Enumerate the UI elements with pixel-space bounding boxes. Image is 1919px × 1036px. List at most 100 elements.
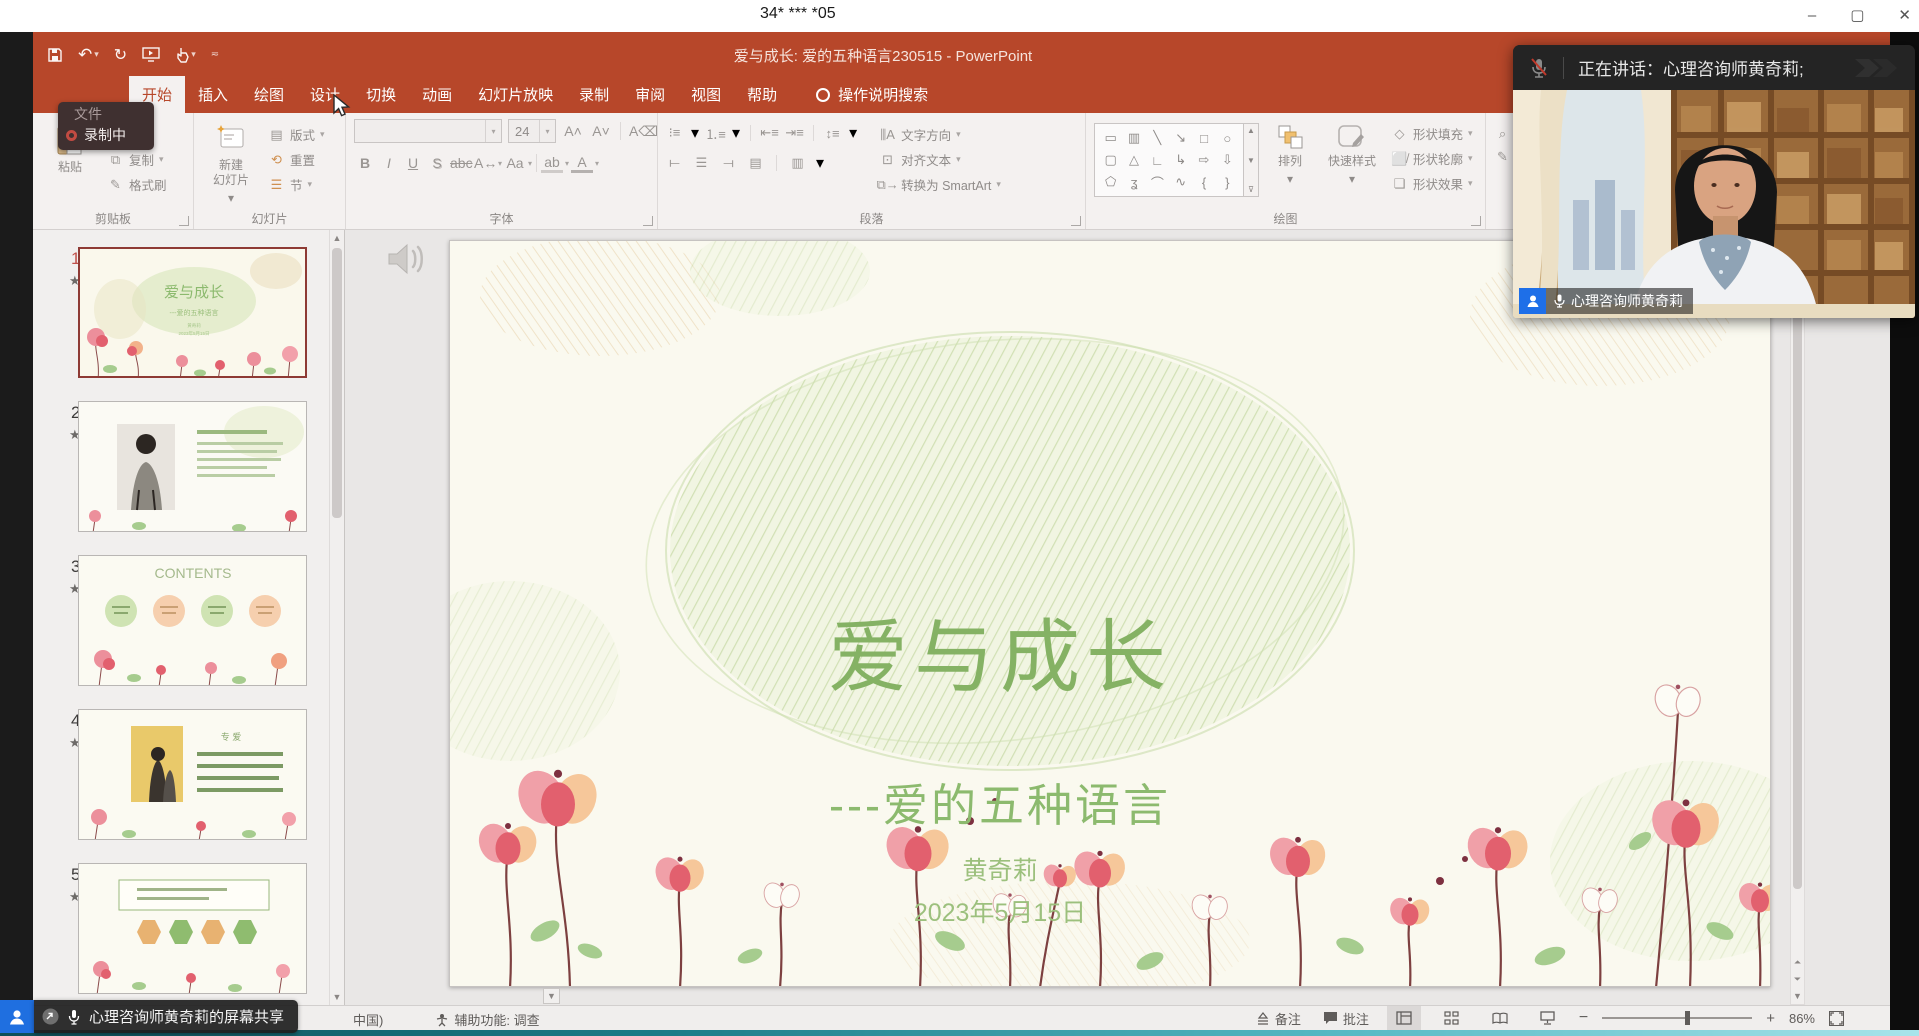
reset-button[interactable]: ⟲重置 — [268, 150, 325, 169]
zoom-slider-thumb[interactable] — [1685, 1011, 1690, 1025]
language-indicator-partial[interactable]: 中国) — [353, 1010, 383, 1029]
shadow-button[interactable]: S — [426, 155, 448, 171]
thumbnail-slide-3[interactable]: 3 ★ CONTENTS — [33, 555, 344, 709]
shape-fill-button[interactable]: ◇形状填充▾ — [1391, 124, 1473, 143]
tab-help[interactable]: 帮助 — [734, 76, 790, 113]
start-slideshow-icon[interactable] — [142, 47, 160, 62]
webcam-overlay[interactable]: 正在讲话：心理咨询师黄奇莉; — [1513, 45, 1915, 318]
next-slide-icon[interactable]: ⏷ — [1791, 971, 1804, 987]
find-icon[interactable]: ⌕ — [1494, 125, 1511, 142]
align-left-icon[interactable]: ⟝ — [666, 155, 683, 172]
scrollbar-thumb[interactable] — [332, 248, 342, 518]
thumbnail-slide-1[interactable]: 1 ★ 爱与成长 ---爱的五种语言 黄奇莉 2023年5月15日 — [33, 247, 344, 401]
highlight-color-button[interactable]: ab — [541, 154, 563, 173]
justify-icon[interactable]: ▤ — [747, 155, 764, 172]
slide-title[interactable]: 爱与成长 — [450, 593, 1550, 709]
audio-speaker-icon[interactable] — [385, 238, 431, 285]
slide-subtitle[interactable]: ---爱的五种语言 — [450, 769, 1550, 834]
scroll-down-icon[interactable]: ▼ — [1791, 988, 1804, 1004]
minimize-icon[interactable]: – — [1808, 0, 1816, 32]
scroll-down-button[interactable]: ▼ — [543, 988, 560, 1004]
touch-mode-icon[interactable]: ▾ — [175, 47, 196, 63]
line-spacing-icon[interactable]: ↕≡ — [824, 125, 841, 142]
tab-slideshow[interactable]: 幻灯片放映 — [465, 76, 566, 113]
text-direction-button[interactable]: ⫼A文字方向▾ — [879, 125, 1001, 144]
italic-button[interactable]: I — [378, 155, 400, 171]
underline-button[interactable]: U — [402, 155, 424, 171]
normal-view-button[interactable] — [1387, 1006, 1421, 1030]
scroll-up-icon[interactable]: ▲ — [330, 230, 344, 246]
char-spacing-button[interactable]: A↔ — [474, 155, 496, 171]
bold-button[interactable]: B — [354, 155, 376, 171]
bullets-icon[interactable]: ⁝≡ — [666, 125, 683, 142]
thumbnail-scrollbar[interactable]: ▲ ▼ — [329, 230, 344, 1005]
close-icon[interactable]: ✕ — [1898, 0, 1911, 32]
thumbnail-slide-4[interactable]: 4 ★ 专 爱 — [33, 709, 344, 863]
tab-animations[interactable]: 动画 — [409, 76, 465, 113]
scrollbar-thumb[interactable] — [1793, 249, 1802, 889]
columns-icon[interactable]: ▥ — [789, 155, 806, 172]
font-size-combo[interactable]: 24▾ — [508, 119, 556, 143]
save-icon[interactable] — [47, 47, 63, 63]
file-tab-dimmed[interactable]: 文件 — [74, 104, 146, 124]
slide-date[interactable]: 2023年5月15日 — [450, 893, 1550, 929]
font-color-button[interactable]: A — [571, 154, 593, 173]
zoom-out-button[interactable]: − — [1579, 1009, 1588, 1027]
change-case-button[interactable]: Aa — [504, 155, 526, 171]
screen-share-banner[interactable]: 心理咨询师黄奇莉的屏幕共享 — [0, 1000, 298, 1033]
smartart-button[interactable]: ⧉→转换为 SmartArt▾ — [879, 175, 1001, 194]
tab-record[interactable]: 录制 — [566, 76, 622, 113]
notes-button[interactable]: 备注 — [1252, 1006, 1305, 1030]
slide-author[interactable]: 黄奇莉 — [450, 851, 1550, 887]
zoom-level[interactable]: 86% — [1789, 1011, 1815, 1026]
replace-icon[interactable]: ✎ — [1494, 148, 1511, 165]
increase-indent-icon[interactable]: ⇥≡ — [786, 125, 803, 142]
customize-qat-icon[interactable]: ≂ — [211, 49, 219, 60]
slide-area-scrollbar[interactable]: ▲ ⏶ ⏷ ▼ — [1790, 230, 1805, 1005]
shapes-gallery[interactable]: ▭▥╲↘□○ ▢△∟↳⇨⇩ ⬠ʓ⌒∿{} — [1094, 123, 1244, 197]
tab-transitions[interactable]: 切换 — [353, 76, 409, 113]
zoom-in-button[interactable]: + — [1766, 1010, 1775, 1027]
align-right-icon[interactable]: ⟞ — [720, 155, 737, 172]
zoom-slider[interactable] — [1602, 1017, 1752, 1019]
thumbnail-slide-5[interactable]: 5 ★ — [33, 863, 344, 1017]
strikethrough-button[interactable]: abc — [450, 155, 472, 171]
shape-effects-button[interactable]: ❏形状效果▾ — [1391, 174, 1473, 193]
shapes-gallery-scrollbar[interactable]: ▲▼⊽ — [1244, 123, 1259, 197]
scroll-down-icon[interactable]: ▼ — [330, 989, 344, 1005]
copy-button[interactable]: ⧉复制▾ — [107, 150, 167, 169]
tab-view[interactable]: 视图 — [678, 76, 734, 113]
redo-icon[interactable]: ↻ — [114, 45, 127, 65]
format-painter-button[interactable]: ✎格式刷 — [107, 175, 167, 194]
reading-view-button[interactable] — [1483, 1006, 1517, 1030]
shape-outline-button[interactable]: ⬜̸形状轮廓▾ — [1391, 149, 1473, 168]
restore-icon[interactable]: ▢ — [1850, 0, 1864, 32]
decrease-indent-icon[interactable]: ⇤≡ — [761, 125, 778, 142]
clear-formatting-button[interactable]: A⌫ — [629, 123, 651, 140]
arrange-button[interactable]: 排列▾ — [1267, 119, 1313, 211]
accessibility-status[interactable]: 辅助功能: 调查 — [431, 1010, 543, 1029]
grow-font-button[interactable]: A˄ — [562, 123, 584, 139]
thumbnail-slide-2[interactable]: 2 ★ — [33, 401, 344, 555]
fit-to-window-button[interactable] — [1829, 1011, 1844, 1026]
paragraph-dialog-launcher[interactable] — [1071, 216, 1081, 226]
section-button[interactable]: ☰节▾ — [268, 175, 325, 194]
tab-insert[interactable]: 插入 — [185, 76, 241, 113]
numbering-icon[interactable]: ⒈≡ — [707, 125, 724, 142]
previous-slide-icon[interactable]: ⏶ — [1791, 954, 1804, 970]
layout-button[interactable]: ▤版式▾ — [268, 125, 325, 144]
mic-muted-icon[interactable] — [1529, 57, 1549, 79]
tell-me-search[interactable]: 操作说明搜索 — [816, 84, 928, 113]
font-dialog-launcher[interactable] — [643, 216, 653, 226]
drawing-dialog-launcher[interactable] — [1471, 216, 1481, 226]
slideshow-view-button[interactable] — [1531, 1006, 1565, 1030]
participant-icon-tile[interactable] — [0, 1000, 34, 1033]
tab-review[interactable]: 审阅 — [622, 76, 678, 113]
undo-icon[interactable]: ↶▾ — [78, 45, 99, 65]
font-name-combo[interactable]: ▾ — [354, 119, 502, 143]
align-center-icon[interactable]: ☰ — [693, 155, 710, 172]
comments-button[interactable]: 批注 — [1319, 1006, 1373, 1030]
slide-sorter-view-button[interactable] — [1435, 1006, 1469, 1030]
slide-1-editor[interactable]: 爱与成长 ---爱的五种语言 黄奇莉 2023年5月15日 — [449, 240, 1771, 987]
new-slide-button[interactable]: 新建 幻灯片▾ — [202, 119, 260, 211]
